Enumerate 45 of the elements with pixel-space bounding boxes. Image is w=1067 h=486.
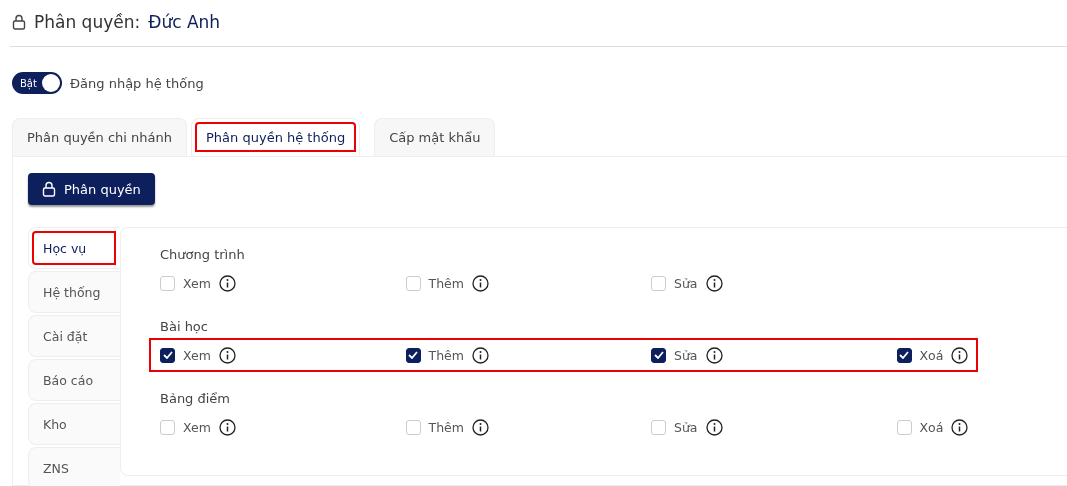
info-icon[interactable] — [218, 274, 236, 292]
lock-icon — [12, 14, 26, 30]
toggle-label: Đăng nhập hệ thống — [70, 75, 204, 91]
permission-label: Xem — [183, 419, 211, 435]
sidebar-item[interactable]: Cài đặt — [28, 315, 120, 357]
checkbox[interactable] — [896, 347, 912, 363]
permission-button[interactable]: Phân quyền — [28, 173, 155, 205]
tab[interactable]: Cấp mật khẩu — [374, 118, 496, 156]
info-icon[interactable] — [705, 418, 723, 436]
permission-label: Sửa — [674, 419, 698, 435]
tab[interactable]: Phân quyền chi nhánh — [12, 118, 188, 156]
sidebar-item[interactable]: Học vụ — [28, 227, 120, 269]
info-icon[interactable] — [471, 274, 489, 292]
login-toggle[interactable]: Bật — [12, 72, 62, 94]
page-title: Phân quyền: — [34, 12, 141, 32]
info-icon[interactable] — [951, 418, 969, 436]
sidebar-item[interactable]: Báo cáo — [28, 359, 120, 401]
checkbox[interactable] — [405, 347, 421, 363]
permission-label: Sửa — [674, 275, 698, 291]
permission-label: Sửa — [674, 347, 698, 363]
info-icon[interactable] — [218, 346, 236, 364]
group-title: Bảng điểm — [160, 389, 232, 408]
info-icon[interactable] — [471, 418, 489, 436]
info-icon[interactable] — [705, 274, 723, 292]
permission-label: Xem — [183, 347, 211, 363]
sidebar-item[interactable]: ZNS — [28, 447, 120, 486]
user-name: Đức Anh — [148, 12, 221, 32]
info-icon[interactable] — [951, 346, 969, 364]
sidebar-item[interactable]: Kho — [28, 403, 120, 445]
checkbox[interactable] — [651, 347, 666, 363]
lock-icon — [42, 181, 56, 197]
info-icon[interactable] — [218, 418, 236, 436]
group-title: Bài học — [160, 317, 209, 336]
permission-label: Thêm — [428, 275, 464, 291]
permission-label: Xem — [183, 275, 211, 291]
permission-label: Xoá — [919, 419, 944, 435]
info-icon[interactable] — [471, 346, 489, 364]
permission-label: Thêm — [428, 419, 464, 435]
info-icon[interactable] — [705, 346, 723, 364]
tab[interactable]: Phân quyền hệ thống — [191, 118, 361, 156]
group-title: Chương trình — [160, 245, 246, 264]
permission-label: Thêm — [428, 347, 464, 363]
checkbox[interactable] — [160, 347, 175, 363]
permission-label: Xoá — [919, 347, 944, 363]
sidebar-item[interactable]: Hệ thống — [28, 271, 120, 313]
